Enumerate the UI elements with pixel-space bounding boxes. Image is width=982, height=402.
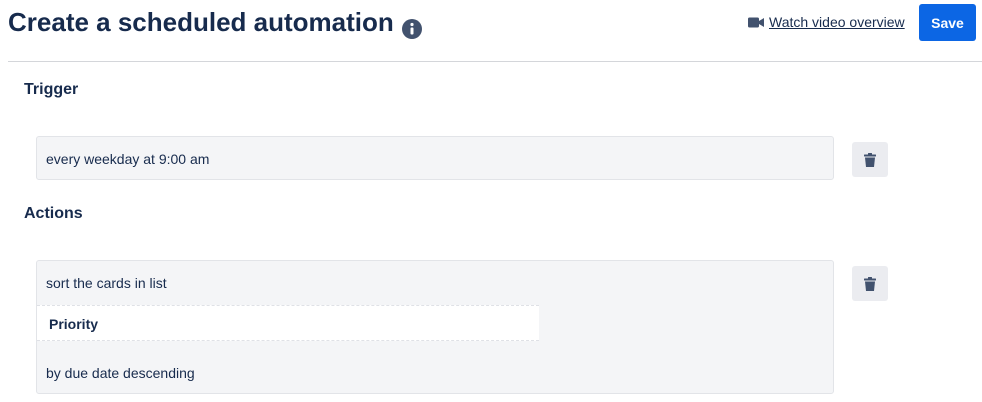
watch-video-label: Watch video overview: [769, 14, 905, 30]
list-select-field[interactable]: Priority: [37, 305, 539, 341]
watch-video-link[interactable]: Watch video overview: [748, 14, 905, 30]
list-select-value: Priority: [49, 316, 99, 332]
save-button[interactable]: Save: [919, 4, 976, 41]
trigger-text: every weekday at 9:00 am: [46, 151, 210, 167]
action-card[interactable]: sort the cards in list Priority by due d…: [36, 260, 834, 394]
trash-icon: [864, 152, 876, 167]
trigger-card[interactable]: every weekday at 9:00 am: [36, 136, 834, 180]
action-text-after: by due date descending: [46, 365, 195, 381]
trash-icon: [864, 276, 876, 291]
trigger-heading: Trigger: [24, 81, 79, 98]
video-camera-icon: [748, 17, 764, 27]
page-title-text: Create a scheduled automation: [8, 7, 394, 37]
delete-trigger-button[interactable]: [852, 142, 888, 177]
page-title: Create a scheduled automation: [8, 4, 422, 40]
info-icon[interactable]: [401, 12, 422, 39]
delete-action-button[interactable]: [852, 266, 888, 301]
header-divider: [8, 61, 982, 62]
action-text-before: sort the cards in list: [46, 275, 167, 291]
actions-heading: Actions: [24, 205, 83, 222]
